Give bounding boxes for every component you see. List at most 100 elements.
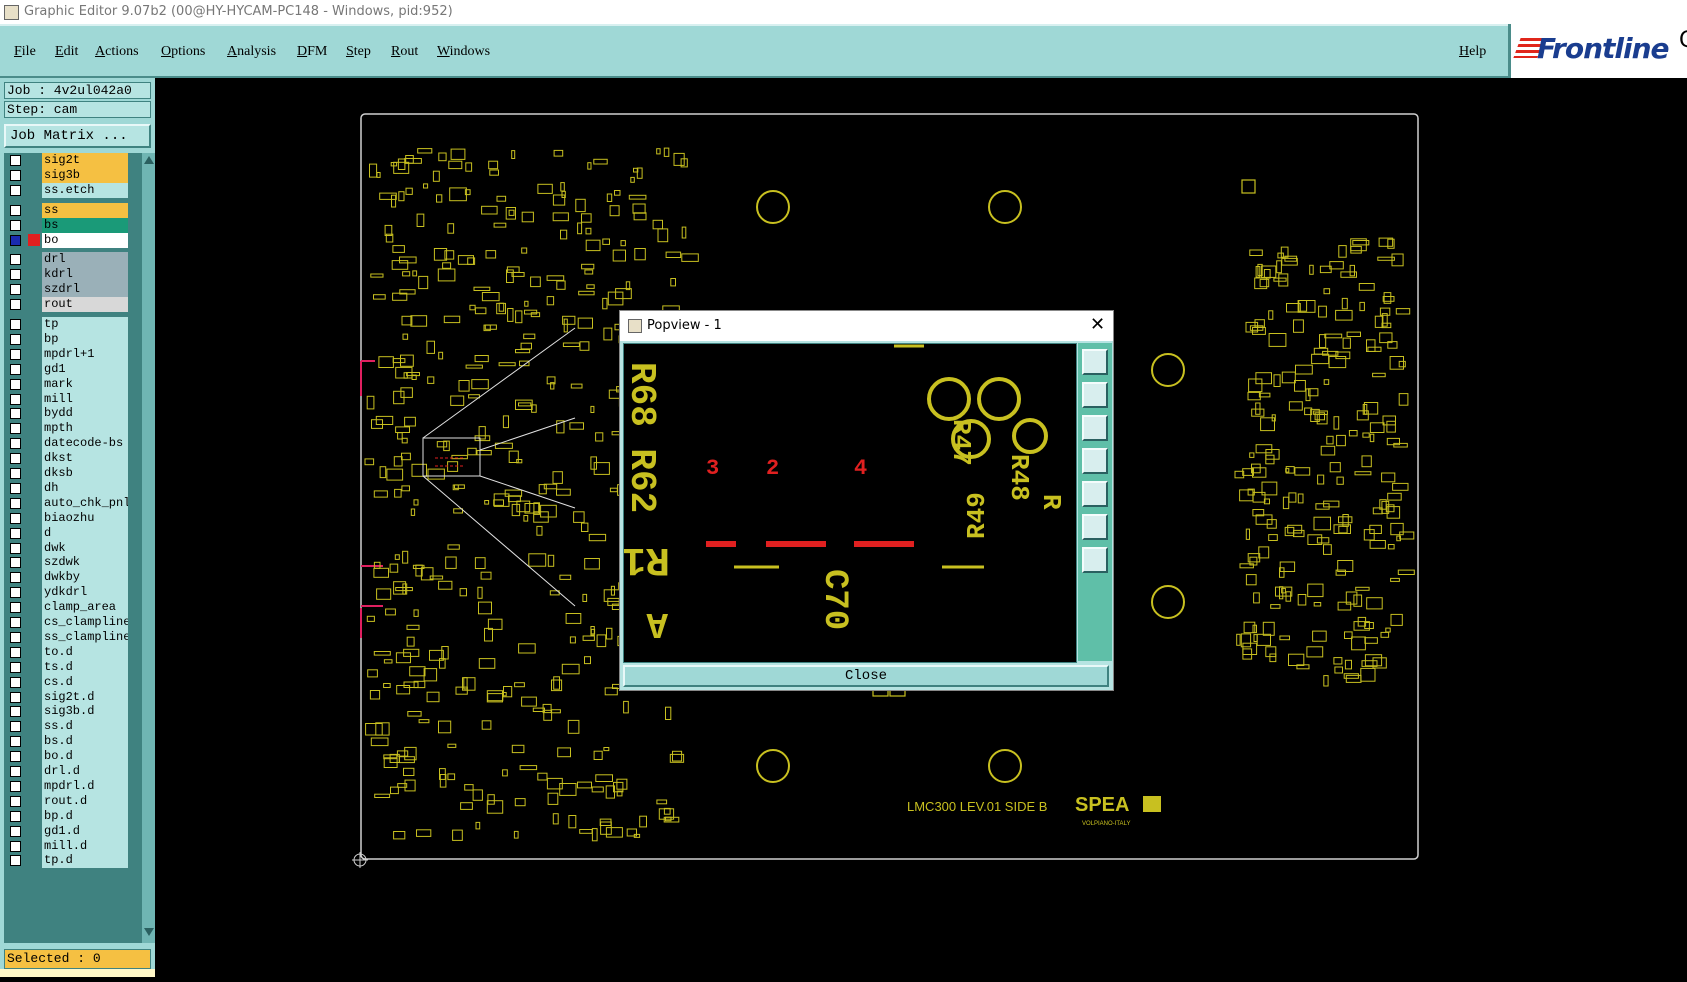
- layer-row[interactable]: ss_clampline: [4, 629, 132, 645]
- layer-name[interactable]: ss.d: [42, 719, 128, 735]
- layer-list-scrollbar[interactable]: [142, 153, 155, 943]
- scroll-down-icon[interactable]: [144, 928, 154, 936]
- layer-row[interactable]: mill.d: [4, 838, 132, 854]
- layer-name[interactable]: rout.d: [42, 793, 128, 809]
- layer-row[interactable]: bo: [4, 232, 132, 248]
- layer-row[interactable]: mpth: [4, 421, 132, 437]
- layer-name[interactable]: drl.d: [42, 764, 128, 779]
- layer-row[interactable]: drl: [4, 252, 132, 268]
- pan-right-icon[interactable]: [1082, 481, 1108, 507]
- layer-row[interactable]: auto_chk_pnl: [4, 495, 132, 511]
- layer-name[interactable]: gd1.d: [42, 823, 128, 839]
- layer-checkbox[interactable]: [10, 299, 21, 311]
- layer-row[interactable]: ts.d: [4, 659, 132, 675]
- layer-checkbox[interactable]: [10, 348, 21, 360]
- layer-row[interactable]: ss.etch: [4, 182, 132, 198]
- layer-name[interactable]: bs: [42, 217, 128, 233]
- layer-row[interactable]: rout.d: [4, 793, 132, 809]
- layer-row[interactable]: dh: [4, 480, 132, 496]
- layer-row[interactable]: mark: [4, 376, 132, 392]
- layer-name[interactable]: mill: [42, 391, 128, 407]
- layer-row[interactable]: mpdrl+1: [4, 346, 132, 362]
- layer-name[interactable]: sig2t: [42, 153, 128, 168]
- layer-checkbox[interactable]: [10, 363, 21, 375]
- layer-checkbox[interactable]: [10, 810, 21, 822]
- layer-name[interactable]: bydd: [42, 406, 128, 422]
- layer-name[interactable]: dwk: [42, 540, 128, 556]
- layer-name[interactable]: d: [42, 525, 128, 541]
- layer-name[interactable]: bp: [42, 331, 128, 347]
- zoom-in-icon[interactable]: [1082, 514, 1108, 540]
- layer-row[interactable]: bp.d: [4, 808, 132, 824]
- layer-name[interactable]: to.d: [42, 644, 128, 660]
- layer-name[interactable]: mark: [42, 376, 128, 392]
- popview-close-icon[interactable]: ✕: [1090, 314, 1105, 335]
- pan-down-icon[interactable]: [1082, 415, 1108, 441]
- layer-name[interactable]: bp.d: [42, 808, 128, 824]
- layer-checkbox[interactable]: [10, 602, 21, 614]
- layer-name[interactable]: mpdrl+1: [42, 346, 128, 362]
- layer-row[interactable]: mill: [4, 391, 132, 407]
- layer-row[interactable]: kdrl: [4, 267, 132, 283]
- layer-name[interactable]: dh: [42, 480, 128, 496]
- layer-checkbox[interactable]: [10, 438, 21, 450]
- menu-rout[interactable]: Rout: [391, 44, 418, 60]
- layer-row[interactable]: drl.d: [4, 764, 132, 779]
- layer-name[interactable]: rout: [42, 297, 128, 313]
- layer-checkbox[interactable]: [10, 184, 21, 196]
- layer-row[interactable]: ss: [4, 202, 132, 218]
- layer-checkbox[interactable]: [10, 527, 21, 539]
- layer-checkbox[interactable]: [10, 319, 21, 330]
- layer-row[interactable]: rout: [4, 297, 132, 313]
- layer-name[interactable]: sig3b.d: [42, 704, 128, 720]
- layer-row[interactable]: sig2t: [4, 153, 132, 168]
- popview-close-button[interactable]: Close: [623, 665, 1109, 687]
- layer-row[interactable]: to.d: [4, 644, 132, 660]
- layer-name[interactable]: ss: [42, 202, 128, 218]
- layer-checkbox[interactable]: [10, 557, 21, 569]
- layer-row[interactable]: ydkdrl: [4, 585, 132, 601]
- layer-checkbox[interactable]: [10, 766, 21, 777]
- layer-row[interactable]: sig3b.d: [4, 704, 132, 720]
- layer-name[interactable]: dkst: [42, 451, 128, 467]
- menu-file[interactable]: File: [14, 44, 36, 60]
- layer-name[interactable]: ss_clampline: [42, 629, 128, 645]
- layer-name[interactable]: dksb: [42, 466, 128, 481]
- layer-row[interactable]: biaozhu: [4, 510, 132, 526]
- layer-checkbox[interactable]: [10, 453, 21, 465]
- layer-row[interactable]: dkst: [4, 451, 132, 467]
- layer-row[interactable]: sig3b: [4, 167, 132, 183]
- menu-analysis[interactable]: Analysis: [227, 44, 276, 60]
- layer-name[interactable]: sig2t.d: [42, 689, 128, 705]
- layer-checkbox[interactable]: [10, 780, 21, 792]
- layer-name[interactable]: szdrl: [42, 282, 128, 298]
- layer-name[interactable]: clamp_area: [42, 600, 128, 616]
- layer-name[interactable]: bo: [42, 232, 128, 248]
- layer-checkbox[interactable]: [10, 676, 21, 688]
- menu-windows[interactable]: Windows: [437, 44, 490, 60]
- layer-row[interactable]: ss.d: [4, 719, 132, 735]
- pan-left-icon[interactable]: [1082, 448, 1108, 474]
- layer-checkbox[interactable]: [10, 646, 21, 658]
- layer-name[interactable]: mpth: [42, 421, 128, 437]
- layer-checkbox[interactable]: [10, 378, 21, 390]
- layer-checkbox[interactable]: [10, 631, 21, 643]
- layer-checkbox[interactable]: [10, 542, 21, 554]
- layer-row[interactable]: bo.d: [4, 749, 132, 765]
- layer-checkbox[interactable]: [10, 706, 21, 718]
- layer-checkbox[interactable]: [10, 795, 21, 807]
- layer-row[interactable]: mpdrl.d: [4, 778, 132, 794]
- layer-row[interactable]: cs_clampline: [4, 615, 132, 630]
- layer-row[interactable]: dwk: [4, 540, 132, 556]
- menu-options[interactable]: Options: [161, 44, 205, 60]
- layer-row[interactable]: datecode-bs: [4, 436, 132, 452]
- layer-checkbox[interactable]: [10, 587, 21, 599]
- layer-name[interactable]: gd1: [42, 361, 128, 377]
- layer-checkbox[interactable]: [10, 617, 21, 628]
- layer-checkbox[interactable]: [10, 423, 21, 435]
- layer-name[interactable]: ydkdrl: [42, 585, 128, 601]
- layer-name[interactable]: cs.d: [42, 674, 128, 690]
- layer-name[interactable]: ss.etch: [42, 182, 128, 198]
- layer-checkbox[interactable]: [10, 751, 21, 763]
- layer-checkbox[interactable]: [10, 468, 21, 479]
